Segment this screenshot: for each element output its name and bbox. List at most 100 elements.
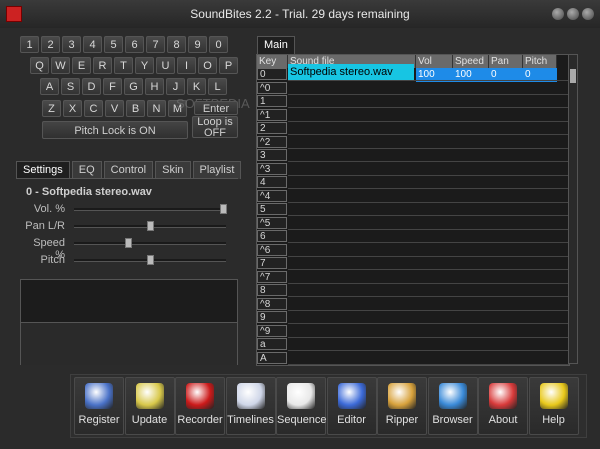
- table-row[interactable]: ^8: [257, 297, 569, 311]
- about-button[interactable]: About: [478, 377, 528, 435]
- key-3[interactable]: 3: [62, 36, 81, 53]
- key-p[interactable]: P: [219, 57, 238, 74]
- column-header-vol[interactable]: Vol: [416, 55, 453, 68]
- key-i[interactable]: I: [177, 57, 196, 74]
- scrollbar-thumb[interactable]: [570, 69, 576, 83]
- table-row[interactable]: ^5: [257, 216, 569, 230]
- table-row[interactable]: ^9: [257, 324, 569, 338]
- slider-track[interactable]: [74, 208, 226, 211]
- key-v[interactable]: V: [105, 100, 124, 117]
- pitch-lock-button[interactable]: Pitch Lock is ON: [42, 121, 188, 139]
- close-button[interactable]: [582, 8, 594, 20]
- editor-button[interactable]: Editor: [326, 377, 377, 435]
- key-9[interactable]: 9: [188, 36, 207, 53]
- key-cell[interactable]: ^7: [257, 270, 287, 283]
- slider-thumb[interactable]: [220, 204, 227, 214]
- update-button[interactable]: Update: [124, 377, 175, 435]
- key-1[interactable]: 1: [20, 36, 39, 53]
- loop-button[interactable]: Loop is OFF: [192, 116, 238, 139]
- key-6[interactable]: 6: [125, 36, 144, 53]
- ripper-button[interactable]: Ripper: [377, 377, 427, 435]
- help-button[interactable]: Help: [528, 377, 579, 435]
- key-cell[interactable]: ^1: [257, 108, 287, 121]
- register-button[interactable]: Register: [74, 377, 124, 435]
- table-row[interactable]: ^4: [257, 189, 569, 203]
- key-s[interactable]: S: [61, 78, 80, 95]
- table-row[interactable]: ^7: [257, 270, 569, 284]
- key-x[interactable]: X: [63, 100, 82, 117]
- slider-thumb[interactable]: [125, 238, 132, 248]
- table-row[interactable]: A: [257, 351, 569, 365]
- tab-main[interactable]: Main: [257, 36, 295, 54]
- key-l[interactable]: L: [208, 78, 227, 95]
- key-e[interactable]: E: [72, 57, 91, 74]
- table-row[interactable]: 5: [257, 203, 569, 216]
- maximize-button[interactable]: [567, 8, 579, 20]
- key-cell[interactable]: 6: [257, 230, 287, 242]
- tab-skin[interactable]: Skin: [155, 161, 191, 179]
- table-row[interactable]: ^0: [257, 81, 569, 95]
- key-cell[interactable]: 1: [257, 95, 287, 107]
- slider-track[interactable]: [74, 242, 226, 245]
- key-f[interactable]: F: [103, 78, 122, 95]
- key-j[interactable]: J: [166, 78, 185, 95]
- key-cell[interactable]: ^5: [257, 216, 287, 229]
- key-k[interactable]: K: [187, 78, 206, 95]
- key-cell[interactable]: 7: [257, 257, 287, 269]
- key-7[interactable]: 7: [146, 36, 165, 53]
- key-cell[interactable]: ^8: [257, 297, 287, 310]
- key-cell[interactable]: 3: [257, 149, 287, 161]
- timelines-button[interactable]: Timelines: [225, 377, 276, 435]
- key-cell[interactable]: 5: [257, 203, 287, 215]
- key-a[interactable]: A: [40, 78, 59, 95]
- key-cell[interactable]: ^4: [257, 189, 287, 202]
- column-header-speed[interactable]: Speed: [453, 55, 489, 68]
- key-c[interactable]: C: [84, 100, 103, 117]
- column-header-pitch[interactable]: Pitch: [523, 55, 557, 68]
- enter-button[interactable]: Enter: [194, 101, 238, 115]
- sequence-button[interactable]: Sequence: [276, 377, 327, 435]
- tab-eq[interactable]: EQ: [71, 161, 102, 179]
- key-b[interactable]: B: [126, 100, 145, 117]
- cell-sound-file[interactable]: Softpedia stereo.wav: [288, 64, 414, 80]
- table-row[interactable]: 2: [257, 122, 569, 135]
- key-cell[interactable]: ^3: [257, 162, 287, 175]
- key-0[interactable]: 0: [209, 36, 228, 53]
- tab-settings[interactable]: Settings: [16, 161, 70, 179]
- key-4[interactable]: 4: [83, 36, 102, 53]
- browser-button[interactable]: Browser: [427, 377, 478, 435]
- table-row[interactable]: 8: [257, 284, 569, 297]
- key-8[interactable]: 8: [167, 36, 186, 53]
- table-row[interactable]: 6: [257, 230, 569, 243]
- table-row[interactable]: 1: [257, 95, 569, 108]
- key-n[interactable]: N: [147, 100, 166, 117]
- key-cell[interactable]: ^9: [257, 324, 287, 337]
- sound-grid[interactable]: Key Sound file Vol Speed Pan Pitch 100 1…: [256, 54, 570, 366]
- key-cell[interactable]: 0: [257, 68, 287, 80]
- table-row[interactable]: ^2: [257, 135, 569, 149]
- key-cell[interactable]: ^6: [257, 243, 287, 256]
- key-w[interactable]: W: [51, 57, 70, 74]
- grid-scrollbar[interactable]: [568, 54, 578, 364]
- key-cell[interactable]: A: [257, 351, 287, 364]
- key-z[interactable]: Z: [42, 100, 61, 117]
- slider-thumb[interactable]: [147, 221, 154, 231]
- column-header-pan[interactable]: Pan: [489, 55, 523, 68]
- key-g[interactable]: G: [124, 78, 143, 95]
- key-cell[interactable]: 9: [257, 311, 287, 323]
- key-u[interactable]: U: [156, 57, 175, 74]
- key-cell[interactable]: ^2: [257, 135, 287, 148]
- key-cell[interactable]: 4: [257, 176, 287, 188]
- table-row[interactable]: a: [257, 338, 569, 351]
- key-h[interactable]: H: [145, 78, 164, 95]
- tab-playlist[interactable]: Playlist: [192, 161, 242, 179]
- key-r[interactable]: R: [93, 57, 112, 74]
- table-row[interactable]: 4: [257, 176, 569, 189]
- minimize-button[interactable]: [552, 8, 564, 20]
- key-cell[interactable]: 2: [257, 122, 287, 134]
- table-row[interactable]: 7: [257, 257, 569, 270]
- key-2[interactable]: 2: [41, 36, 60, 53]
- key-q[interactable]: Q: [30, 57, 49, 74]
- column-header-key[interactable]: Key: [257, 55, 288, 68]
- key-cell[interactable]: 8: [257, 284, 287, 296]
